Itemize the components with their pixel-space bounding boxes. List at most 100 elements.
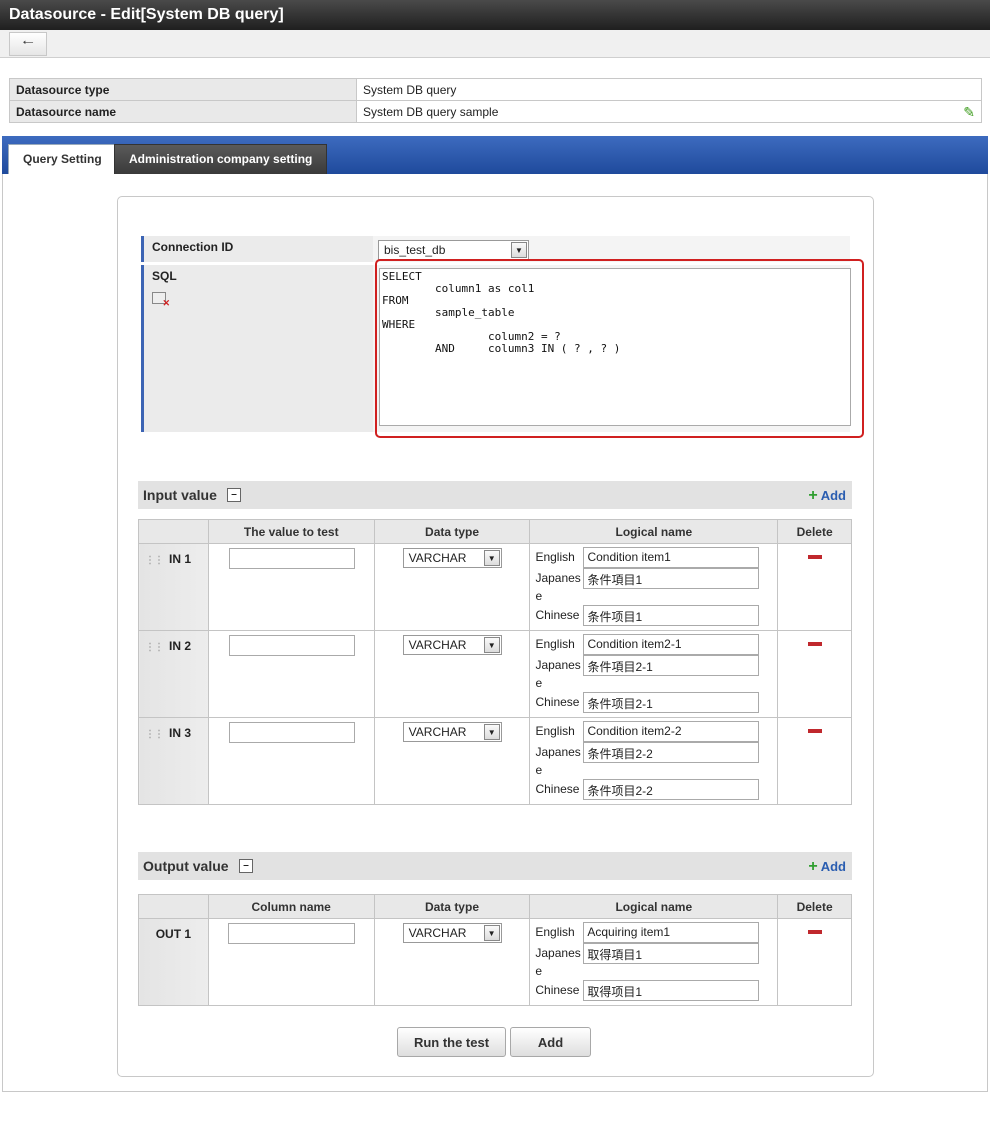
- input-header-row: The value to test Data type Logical name…: [138, 519, 852, 544]
- row-id-cell: ⋮⋮ IN 2: [138, 630, 209, 718]
- english-label: English: [535, 925, 575, 939]
- row-id: IN 2: [169, 639, 192, 653]
- data-type-select[interactable]: VARCHAR ▼: [402, 722, 502, 742]
- data-type-value: VARCHAR: [408, 638, 467, 652]
- data-type-cell: VARCHAR ▼: [373, 630, 531, 718]
- test-value-cell: [207, 543, 375, 631]
- test-value-input[interactable]: [228, 548, 355, 569]
- japanese-label: Japanese: [535, 946, 581, 978]
- row-id-cell: ⋮⋮ IN 1: [138, 543, 209, 631]
- data-type-select[interactable]: VARCHAR ▼: [402, 923, 502, 943]
- sql-textarea[interactable]: SELECT column1 as col1 FROM sample_table…: [379, 268, 851, 426]
- test-value-input[interactable]: [228, 635, 355, 656]
- delete-cell: [777, 543, 852, 631]
- output-add-link[interactable]: + Add: [808, 858, 846, 876]
- datasource-type-value: System DB query: [356, 78, 982, 101]
- logical-name-cell: English Condition item1 Japanese 条件項目1 Chi…: [529, 543, 779, 631]
- col-header-logical-name: Logical name: [529, 894, 779, 919]
- output-value-title: Output value: [143, 858, 229, 874]
- table-row: OUT 1 VARCHAR ▼ English Acquiring item1 J…: [138, 918, 852, 1006]
- col-header-data-type: Data type: [373, 519, 531, 544]
- add-button[interactable]: Add: [510, 1027, 591, 1057]
- data-type-select[interactable]: VARCHAR ▼: [402, 635, 502, 655]
- drag-handle-icon[interactable]: ⋮⋮: [145, 729, 164, 740]
- test-value-cell: [207, 717, 375, 805]
- english-label: English: [535, 724, 575, 738]
- output-header-row: Column name Data type Logical name Delet…: [138, 894, 852, 919]
- japanese-name-input[interactable]: 条件項目2-1: [583, 655, 760, 676]
- col-header-column-name: Column name: [207, 894, 375, 919]
- data-type-cell: VARCHAR ▼: [373, 543, 531, 631]
- japanese-name-input[interactable]: 条件項目1: [583, 568, 760, 589]
- drag-handle-icon[interactable]: ⋮⋮: [145, 555, 164, 566]
- sql-label-text: SQL: [152, 269, 177, 283]
- english-label: English: [535, 637, 575, 651]
- chevron-down-icon: ▼: [483, 925, 500, 941]
- data-type-value: VARCHAR: [408, 551, 467, 565]
- col-header-delete: Delete: [777, 894, 852, 919]
- row-id: OUT 1: [155, 927, 192, 941]
- chevron-down-icon: ▼: [483, 637, 500, 653]
- clear-sql-icon[interactable]: [152, 292, 170, 309]
- row-id: IN 1: [169, 552, 192, 566]
- col-header-data-type: Data type: [373, 894, 531, 919]
- chevron-down-icon: ▼: [483, 724, 500, 740]
- english-name-input[interactable]: Acquiring item1: [583, 922, 760, 943]
- row-id: IN 3: [169, 726, 192, 740]
- minus-icon[interactable]: [807, 729, 822, 733]
- col-header-id: [138, 894, 209, 919]
- datasource-type-label: Datasource type: [9, 78, 357, 101]
- logical-name-cell: English Acquiring item1 Japanese 取得項目1 Chi…: [529, 918, 779, 1006]
- run-test-button[interactable]: Run the test: [397, 1027, 506, 1057]
- collapse-icon[interactable]: –: [239, 859, 253, 873]
- back-button[interactable]: 🠀: [9, 32, 47, 56]
- japanese-name-input[interactable]: 条件項目2-2: [583, 742, 760, 763]
- connection-id-select[interactable]: bis_test_db ▼: [378, 240, 529, 260]
- japanese-name-input[interactable]: 取得項目1: [583, 943, 760, 964]
- data-type-cell: VARCHAR ▼: [373, 918, 531, 1006]
- col-header-delete: Delete: [777, 519, 852, 544]
- chinese-name-input[interactable]: 条件项目2-2: [583, 779, 760, 800]
- english-name-input[interactable]: Condition item2-2: [583, 721, 760, 742]
- english-name-input[interactable]: Condition item1: [583, 547, 760, 568]
- datasource-name-cell: System DB query sample ✎: [356, 100, 982, 123]
- column-name-input[interactable]: [227, 923, 355, 944]
- input-add-link[interactable]: + Add: [808, 487, 846, 505]
- chinese-name-input[interactable]: 条件项目2-1: [583, 692, 760, 713]
- output-value-header: Output value – + Add: [138, 852, 852, 880]
- col-header-id: [138, 519, 209, 544]
- input-value-title: Input value: [143, 487, 217, 503]
- japanese-label: Japanese: [535, 745, 581, 777]
- chinese-label: Chinese: [535, 695, 580, 709]
- pencil-icon[interactable]: ✎: [963, 104, 975, 121]
- test-value-input[interactable]: [228, 722, 355, 743]
- chinese-name-input[interactable]: 条件项目1: [583, 605, 760, 626]
- arrow-left-icon: 🠀: [22, 34, 34, 50]
- english-name-input[interactable]: Condition item2-1: [583, 634, 760, 655]
- plus-icon: +: [808, 487, 818, 504]
- delete-cell: [777, 918, 852, 1006]
- drag-handle-icon[interactable]: ⋮⋮: [145, 642, 164, 653]
- connection-id-label: Connection ID: [141, 236, 373, 262]
- output-value-table: Column name Data type Logical name Delet…: [138, 894, 852, 1006]
- test-value-cell: [207, 630, 375, 718]
- output-add-label: Add: [820, 859, 846, 874]
- table-row: ⋮⋮ IN 2 VARCHAR ▼ English Condition item2-…: [138, 630, 852, 718]
- minus-icon[interactable]: [807, 555, 822, 559]
- collapse-icon[interactable]: –: [227, 488, 241, 502]
- col-header-test-value: The value to test: [207, 519, 375, 544]
- plus-icon: +: [808, 858, 818, 875]
- connection-id-value: bis_test_db: [384, 243, 446, 257]
- minus-icon[interactable]: [807, 642, 822, 646]
- divider: [2, 1091, 988, 1092]
- japanese-label: Japanese: [535, 571, 581, 603]
- tab-query-setting[interactable]: Query Setting: [8, 144, 117, 174]
- tab-administration-company-setting[interactable]: Administration company setting: [114, 144, 328, 174]
- chinese-label: Chinese: [535, 782, 580, 796]
- delete-cell: [777, 717, 852, 805]
- chinese-name-input[interactable]: 取得项目1: [583, 980, 760, 1001]
- input-add-label: Add: [820, 488, 846, 503]
- tab-bar: Query Setting Administration company set…: [2, 136, 988, 174]
- data-type-select[interactable]: VARCHAR ▼: [402, 548, 502, 568]
- minus-icon[interactable]: [807, 930, 822, 934]
